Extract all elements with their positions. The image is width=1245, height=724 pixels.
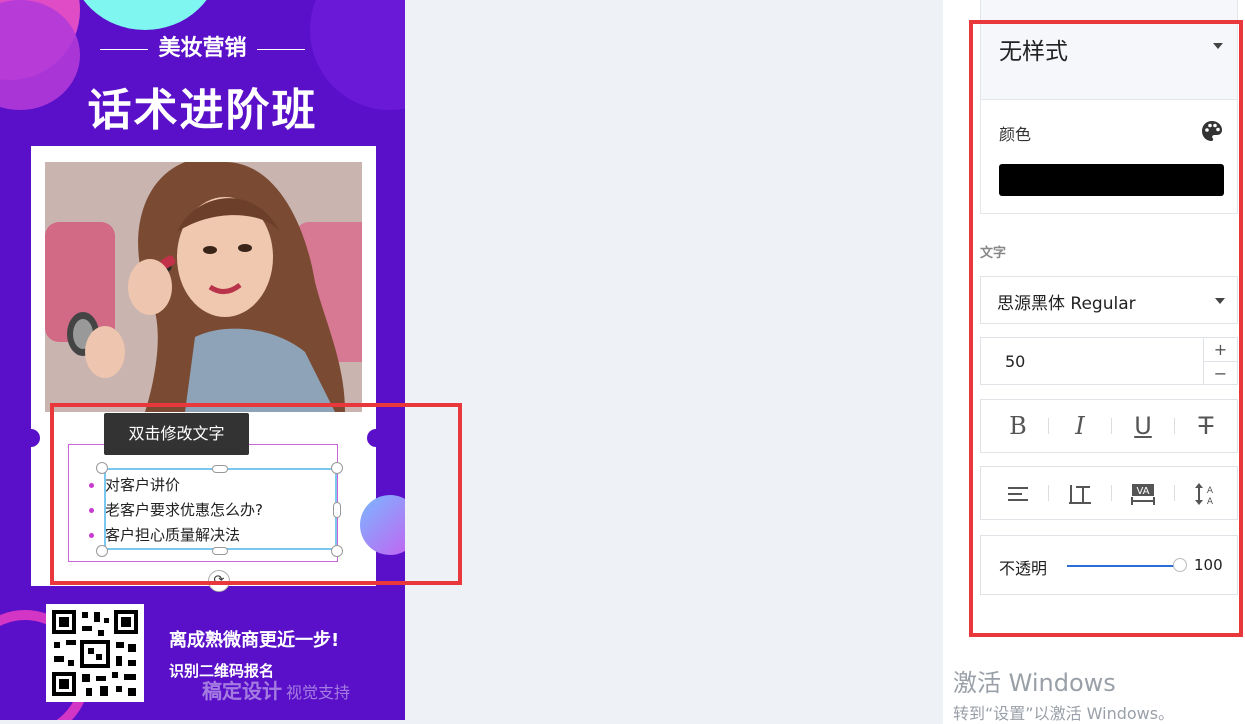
properties-panel: 无样式 颜色 文字 思源黑体 Regular 50 + − B I U T VA… [943,0,1245,724]
opacity-value: 100 [1194,556,1223,574]
model-photo-art [45,162,362,412]
watermark-suffix: 视觉支持 [286,683,351,702]
decor-circle [70,0,220,30]
edit-text-tooltip: 双击修改文字 [104,413,249,455]
font-size-input[interactable]: 50 + − [980,337,1238,385]
text-direction-button[interactable]: AA [1175,467,1237,519]
chevron-down-icon [1213,43,1223,49]
font-family-select[interactable]: 思源黑体 Regular [980,276,1238,324]
watermark-brand: 稿定设计 [202,679,282,703]
opacity-slider-track[interactable] [1067,565,1179,567]
subtitle-line-right [256,48,305,50]
svg-text:A: A [1207,497,1214,506]
watermark: 稿定设计 视觉支持 [202,675,350,704]
align-left-button[interactable] [987,467,1049,519]
card-notch-right [367,429,385,447]
line-height-button[interactable] [1049,467,1111,519]
chevron-down-icon [1215,298,1225,304]
activation-subtitle: 转到“设置”以激活 Windows。 [953,704,1175,723]
model-photo[interactable] [45,162,362,412]
strikethrough-button[interactable]: T [1175,400,1237,452]
italic-button[interactable]: I [1049,400,1111,452]
text-selection-box[interactable] [104,468,337,550]
resize-handle-nw[interactable] [96,462,108,474]
qr-code-image [52,610,138,696]
cta-headline[interactable]: 离成熟微商更近一步! [169,626,339,652]
windows-activation-notice: 激活 Windows 转到“设置”以激活 Windows。 [953,663,1174,724]
paragraph-toolbar: VA AA [980,466,1238,520]
activation-title: 激活 Windows [953,669,1116,697]
opacity-label: 不透明 [999,559,1048,578]
opacity-control: 不透明 100 [980,535,1238,595]
underline-button[interactable]: U [1112,400,1174,452]
text-format-toolbar: B I U T [980,399,1238,453]
svg-text:VA: VA [1136,486,1149,497]
opacity-slider-handle[interactable] [1173,558,1187,572]
bold-button[interactable]: B [987,400,1049,452]
resize-handle-s[interactable] [212,547,228,555]
subtitle-line-left [100,48,149,50]
resize-handle-se[interactable] [331,545,343,557]
qr-code [46,604,144,702]
decrease-size-button[interactable]: − [1204,361,1237,385]
resize-handle-e[interactable] [333,502,341,518]
card-notch-left [22,429,40,447]
line-height-icon [1069,485,1091,504]
resize-handle-ne[interactable] [331,462,343,474]
font-family-value: 思源黑体 Regular [997,294,1136,314]
poster-title[interactable]: 话术进阶班 [0,74,405,138]
palette-icon[interactable] [1201,120,1223,142]
poster-subtitle[interactable]: 美妆营销 [0,30,405,62]
resize-handle-sw[interactable] [96,545,108,557]
color-label: 颜色 [999,125,1032,144]
letter-spacing-button[interactable]: VA [1112,467,1174,519]
font-size-value: 50 [1005,352,1026,371]
text-style-dropdown[interactable]: 无样式 [980,0,1238,100]
rotate-handle-icon[interactable]: ⟳ [208,570,230,592]
font-size-stepper[interactable]: + − [1203,338,1237,384]
poster-subtitle-text: 美妆营销 [158,36,247,61]
poster-canvas[interactable]: 美妆营销 话术进阶班 对客户讲价 老客户要求优惠怎么办? 客户担心质量解决法 离… [0,0,405,720]
align-left-icon [1008,487,1028,501]
increase-size-button[interactable]: + [1204,338,1237,361]
text-style-value: 无样式 [999,39,1068,65]
svg-text:A: A [1207,486,1214,496]
resize-handle-n[interactable] [212,465,228,473]
color-swatch[interactable] [999,164,1224,196]
letter-spacing-icon: VA [1131,484,1155,505]
text-section-title: 文字 [980,246,1007,261]
color-section: 颜色 [980,100,1238,214]
text-direction-icon: AA [1195,483,1214,507]
